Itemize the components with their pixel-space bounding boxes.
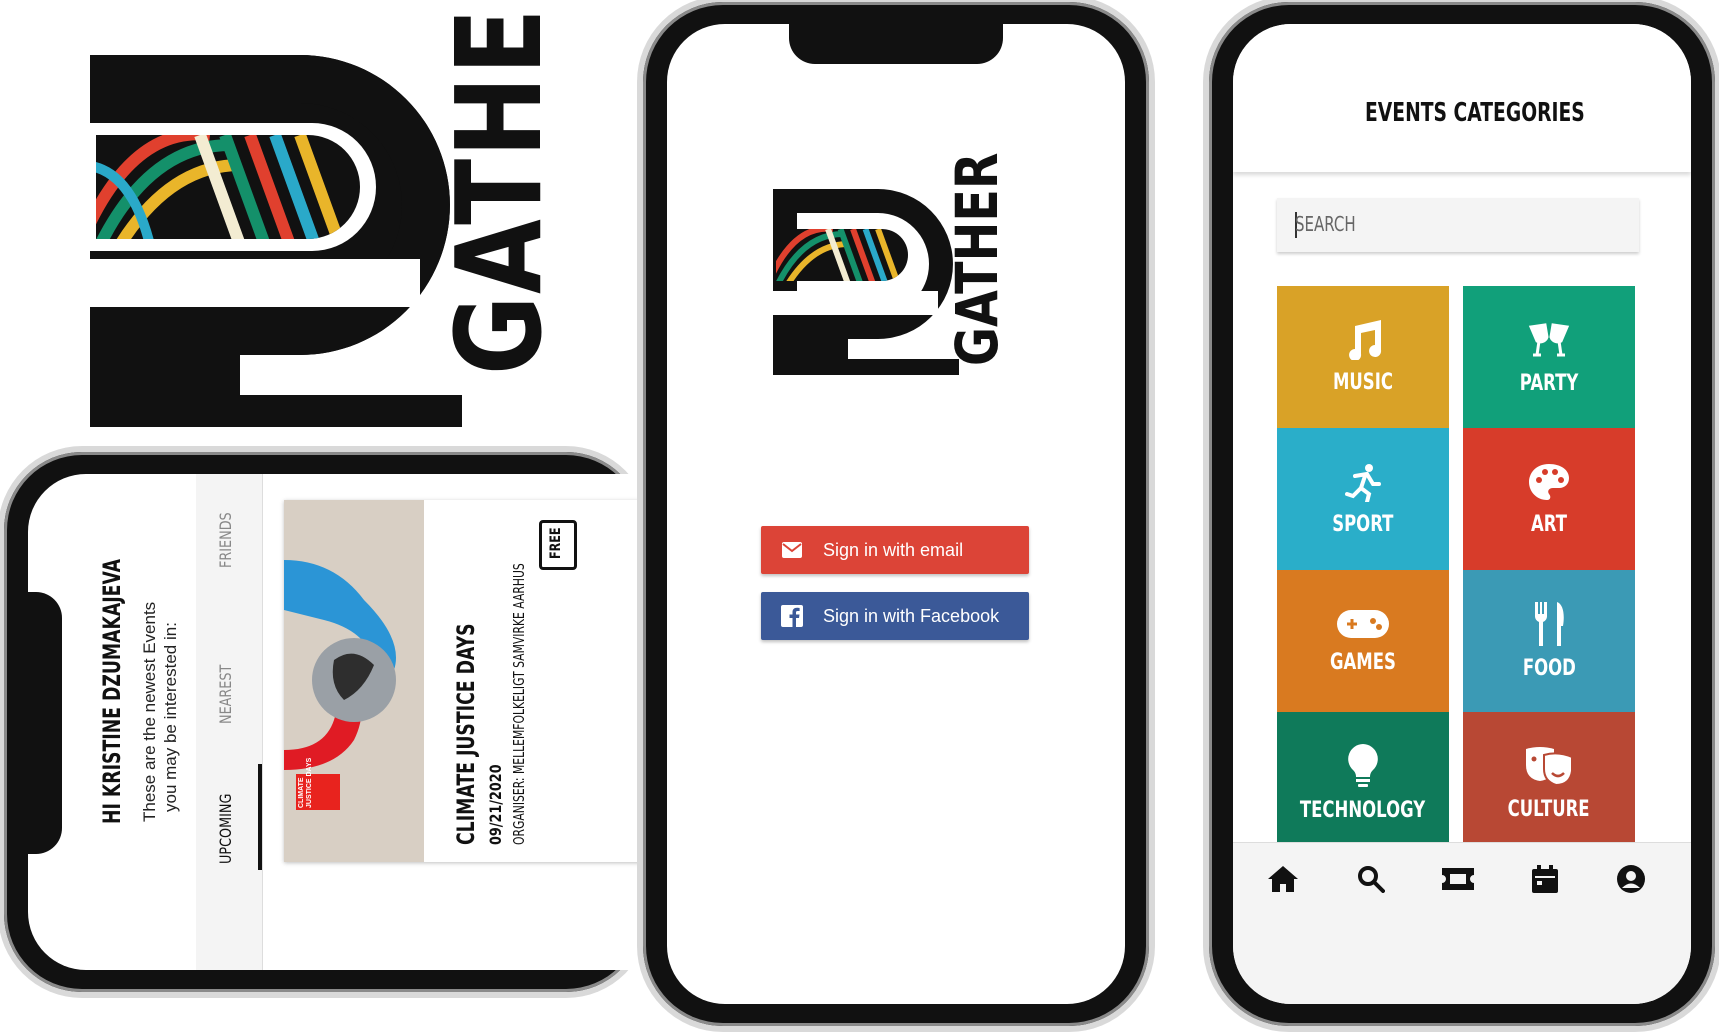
event-title: CLIMATE JUSTICE DAYS: [452, 623, 480, 845]
lightbulb-icon: [1348, 743, 1378, 787]
profile-icon[interactable]: [1611, 859, 1651, 899]
phone-feed: HI KRISTINE DZUMAKAJEVA These are the ne…: [4, 452, 668, 992]
calendar-icon[interactable]: [1525, 859, 1565, 899]
login-notch: [789, 24, 1003, 64]
cheers-icon: [1528, 322, 1570, 356]
category-tile-technology[interactable]: TECHNOLOGY: [1277, 712, 1449, 854]
category-tile-culture[interactable]: CULTURE: [1463, 712, 1635, 854]
facebook-icon: [781, 605, 803, 627]
search-input-placeholder: SEARCH: [1295, 212, 1356, 236]
phone-login: GATHER Sign in with email Sign in with F…: [643, 2, 1149, 1026]
category-tile-music[interactable]: MUSIC: [1277, 286, 1449, 428]
categories-screen: EVENTS CATEGORIES SEARCH MUSIC PARTY SPO…: [1233, 24, 1691, 1004]
feed-notch: [28, 592, 62, 854]
tab-friends[interactable]: FRIENDS: [196, 494, 262, 614]
envelope-icon: [781, 539, 803, 561]
login-wordmark: GATHER: [943, 152, 1011, 366]
feed-screen: HI KRISTINE DZUMAKAJEVA These are the ne…: [28, 474, 668, 970]
event-poster: CLIMATE JUSTICE DAYS: [284, 500, 424, 862]
tab-active-indicator: [258, 764, 262, 870]
theater-masks-icon: [1526, 746, 1573, 786]
palette-icon: [1529, 463, 1569, 500]
login-buttons: Sign in with email Sign in with Facebook: [761, 526, 1029, 646]
sign-in-email-button[interactable]: Sign in with email: [761, 526, 1029, 574]
bottom-nav: [1233, 842, 1691, 1004]
phone-categories: EVENTS CATEGORIES SEARCH MUSIC PARTY SPO…: [1209, 2, 1715, 1026]
tab-upcoming[interactable]: UPCOMING: [196, 764, 262, 914]
event-organiser: ORGANISER: MELLEMFOLKELIGT SAMVIRKE AARH…: [510, 563, 528, 845]
category-tile-sport[interactable]: SPORT: [1277, 428, 1449, 570]
poster-caption: CLIMATE JUSTICE DAYS: [298, 757, 313, 808]
login-screen: GATHER Sign in with email Sign in with F…: [667, 24, 1125, 1004]
tab-nearest[interactable]: NEAREST: [196, 624, 262, 754]
big-logo: GATHER: [90, 0, 570, 445]
search-field[interactable]: SEARCH: [1277, 198, 1639, 252]
feed-subtitle-1: These are the newest Events: [140, 601, 159, 822]
category-tile-food[interactable]: FOOD: [1463, 570, 1635, 712]
big-logo-wordmark: GATHER: [430, 0, 568, 375]
feed-greeting: HI KRISTINE DZUMAKAJEVA: [98, 558, 126, 824]
login-logo: GATHER: [763, 152, 1023, 384]
categories-title: EVENTS CATEGORIES: [1365, 98, 1585, 128]
running-icon: [1345, 463, 1381, 502]
category-tile-art[interactable]: ART: [1463, 428, 1635, 570]
event-date: 09/21/2020: [486, 764, 505, 845]
ticket-icon[interactable]: [1438, 859, 1478, 899]
category-grid: MUSIC PARTY SPORT ART GAMES FOOD TECHNOL…: [1277, 286, 1649, 926]
event-free-badge: FREE: [539, 520, 577, 570]
home-icon[interactable]: [1263, 859, 1303, 899]
feed-subtitle-2: you may be interested in:: [161, 622, 180, 812]
music-note-icon: [1349, 319, 1382, 360]
search-icon[interactable]: [1351, 859, 1391, 899]
gamepad-icon: [1337, 609, 1389, 638]
sign-in-facebook-button[interactable]: Sign in with Facebook: [761, 592, 1029, 640]
category-tile-games[interactable]: GAMES: [1277, 570, 1449, 712]
event-card[interactable]: CLIMATE JUSTICE DAYS CLIMATE JUSTICE DAY…: [284, 500, 668, 862]
categories-header: EVENTS CATEGORIES: [1233, 24, 1691, 172]
category-tile-party[interactable]: PARTY: [1463, 286, 1635, 428]
cutlery-icon: [1534, 601, 1564, 646]
feed-tabs: UPCOMING NEAREST FRIENDS: [196, 474, 263, 970]
